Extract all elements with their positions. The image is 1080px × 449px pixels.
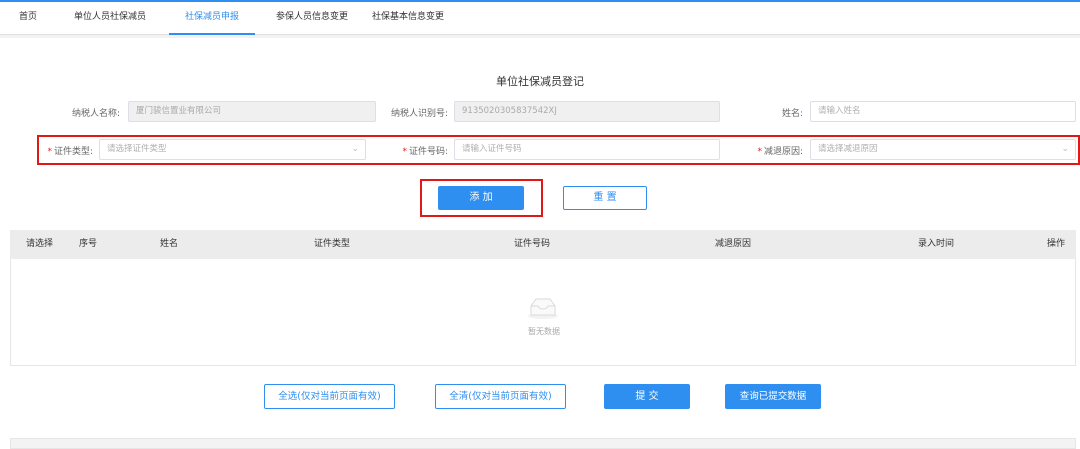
submit-button[interactable]: 提 交 — [604, 384, 690, 409]
empty-text: 暂无数据 — [528, 327, 560, 336]
col-index: 序号 — [79, 239, 98, 249]
taxpayer-id-label: 纳税人识别号: — [390, 109, 448, 119]
id-type-select[interactable]: 请选择证件类型 ⌄ — [99, 139, 366, 160]
table-header: 请选择 序号 姓名 证件类型 证件号码 减退原因 录入时间 操作 — [10, 230, 1076, 259]
tab-unit-staff-reduction[interactable]: 单位人员社保减员 — [74, 2, 146, 35]
person-name-input[interactable]: 请输入姓名 — [810, 101, 1076, 122]
tab-basic-info-change[interactable]: 社保基本信息变更 — [372, 2, 444, 35]
col-actions: 操作 — [1047, 239, 1066, 249]
empty-box-icon — [528, 298, 558, 319]
required-mark: * — [47, 147, 52, 157]
footer-strip — [10, 438, 1076, 449]
reduce-reason-select[interactable]: 请选择减退原因 ⌄ — [810, 139, 1076, 160]
id-number-label: * 证件号码: — [370, 144, 448, 157]
page-title: 单位社保减员登记 — [496, 75, 584, 88]
chevron-down-icon: ⌄ — [351, 144, 359, 154]
query-submitted-button[interactable]: 查询已提交数据 — [725, 384, 821, 409]
add-button[interactable]: 添 加 — [438, 186, 524, 210]
col-name: 姓名 — [160, 239, 179, 249]
taxpayer-name-label: 纳税人名称: — [71, 109, 120, 119]
col-reduce-reason: 减退原因 — [715, 239, 752, 249]
taxpayer-name-field: 厦门骏信置业有限公司 — [128, 101, 376, 122]
person-name-label: 姓名: — [781, 109, 803, 119]
id-number-label-text: 证件号码: — [408, 147, 448, 157]
chevron-down-icon: ⌄ — [1061, 144, 1069, 154]
col-entry-time: 录入时间 — [918, 239, 955, 249]
top-nav: 首页 单位人员社保减员 社保减员申报 参保人员信息变更 社保基本信息变更 — [0, 2, 1080, 35]
clear-all-button[interactable]: 全清(仅对当前页面有效) — [435, 384, 566, 409]
col-id-type: 证件类型 — [314, 239, 351, 249]
id-type-label-text: 证件类型: — [53, 147, 93, 157]
reduce-reason-placeholder: 请选择减退原因 — [818, 144, 878, 154]
table-body: 暂无数据 — [10, 259, 1076, 366]
tab-reduction-declaration[interactable]: 社保减员申报 — [169, 2, 255, 35]
main-panel: 单位社保减员登记 纳税人名称: 厦门骏信置业有限公司 纳税人识别号: 91350… — [0, 38, 1080, 449]
tab-insured-info-change[interactable]: 参保人员信息变更 — [276, 2, 348, 35]
required-mark: * — [402, 147, 407, 157]
id-type-label: * 证件类型: — [20, 144, 93, 157]
col-id-number: 证件号码 — [514, 239, 551, 249]
id-type-placeholder: 请选择证件类型 — [107, 144, 167, 154]
reset-button[interactable]: 重 置 — [563, 186, 647, 210]
col-select: 请选择 — [26, 239, 54, 249]
required-mark: * — [757, 147, 762, 157]
reduce-reason-label: * 减退原因: — [730, 144, 803, 157]
tab-home[interactable]: 首页 — [19, 2, 37, 35]
taxpayer-id-field: 913502030583754​2XJ — [454, 101, 720, 122]
select-all-button[interactable]: 全选(仅对当前页面有效) — [264, 384, 395, 409]
reduce-reason-label-text: 减退原因: — [763, 147, 803, 157]
id-number-input[interactable]: 请输入证件号码 — [454, 139, 720, 160]
